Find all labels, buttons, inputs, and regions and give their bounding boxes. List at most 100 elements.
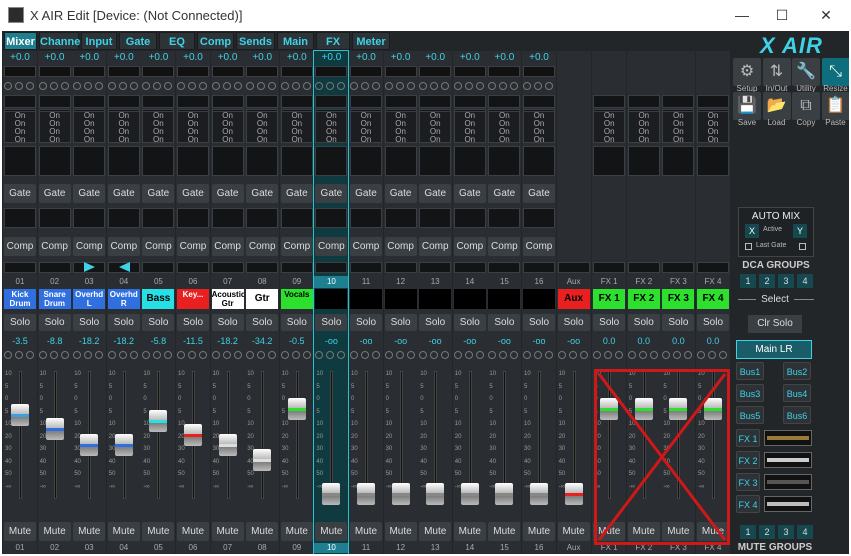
mute-button[interactable]: Mute [350,522,382,541]
pan-bar[interactable] [177,262,209,273]
solo-button[interactable]: Solo [246,314,279,331]
solo-button[interactable]: Solo [662,314,695,331]
solo-button[interactable]: Solo [419,314,452,331]
on-indicators[interactable]: On On On On [488,111,521,144]
send-toggle-icon[interactable] [557,351,566,359]
gain-value[interactable]: +0.0 [419,52,451,64]
on-indicators[interactable]: On On On On [453,111,486,144]
gate-button[interactable]: Gate [488,184,521,203]
gain-value[interactable]: +0.0 [4,52,36,64]
comp-button[interactable]: Comp [315,237,348,256]
gate-button[interactable]: Gate [142,184,175,203]
on-indicators[interactable]: On On On On [246,111,279,144]
solo-button[interactable]: Solo [523,314,555,331]
tab-input[interactable]: Input [81,32,117,50]
toggle-icon[interactable] [257,82,266,90]
send-toggle-icon[interactable] [49,351,58,359]
toggle-icon[interactable] [453,82,462,90]
comp-button[interactable]: Comp [523,237,555,256]
pan-bar[interactable] [488,262,521,273]
channel-name[interactable]: Overhd R [107,289,140,309]
pan-bar[interactable] [246,262,279,273]
fader-knob[interactable] [253,448,272,471]
resize-tool-icon[interactable]: ⤡ [821,58,849,86]
send-toggle-icon[interactable] [593,351,602,359]
comp-button[interactable]: Comp [107,237,140,256]
send-toggle-icon[interactable] [395,351,404,359]
channel-name[interactable]: Aux [557,289,590,309]
solo-button[interactable]: Solo [142,314,175,331]
comp-button[interactable]: Comp [350,237,382,256]
pan-bar[interactable] [419,262,452,273]
mute-button[interactable]: Mute [280,522,313,541]
toggle-icon[interactable] [129,82,138,90]
send-toggle-icon[interactable] [673,351,682,359]
gain-value[interactable]: +0.0 [454,52,486,64]
bus-button[interactable]: Bus1 [736,362,764,380]
solo-button[interactable]: Solo [211,314,244,331]
gain-value[interactable]: +0.0 [39,52,71,64]
toggle-icon[interactable] [545,82,553,90]
solo-button[interactable]: Solo [315,314,348,331]
fader-knob[interactable] [218,433,237,456]
send-toggle-icon[interactable] [510,351,519,359]
send-toggle-icon[interactable] [453,351,462,359]
toggle-icon[interactable] [15,82,23,90]
fader-knob[interactable] [114,433,133,456]
send-toggle-icon[interactable] [523,351,531,359]
mute-button[interactable]: Mute [453,522,486,541]
solo-button[interactable]: Solo [593,314,626,331]
pan-bar[interactable] [142,262,175,273]
minimize-button[interactable]: — [728,4,756,26]
comp-button[interactable]: Comp [142,237,175,256]
solo-button[interactable]: Solo [697,314,729,331]
solo-button[interactable]: Solo [4,314,36,331]
bus-button[interactable]: Bus4 [783,384,811,402]
send-toggle-icon[interactable] [177,351,185,359]
gate-button[interactable]: Gate [4,184,36,203]
send-toggle-icon[interactable] [615,351,624,359]
send-toggle-icon[interactable] [199,351,207,359]
toggle-icon[interactable] [406,82,415,90]
mute-button[interactable]: Mute [177,522,209,541]
send-toggle-icon[interactable] [627,351,636,359]
channel-name[interactable]: Overhd L [73,289,106,309]
send-toggle-icon[interactable] [107,351,116,359]
fader-knob[interactable] [391,483,410,506]
save-tool-icon[interactable]: 💾 [733,92,761,120]
automix-y-button[interactable]: Y [793,224,807,238]
send-toggle-icon[interactable] [361,351,369,359]
solo-button[interactable]: Solo [38,314,71,331]
send-toggle-icon[interactable] [302,351,311,359]
tab-meter[interactable]: Meter [352,32,390,50]
send-toggle-icon[interactable] [545,351,553,359]
channel-name[interactable] [488,289,521,309]
send-toggle-icon[interactable] [129,351,138,359]
send-toggle-icon[interactable] [662,351,671,359]
channel-name[interactable]: FX 4 [697,289,729,309]
toggle-icon[interactable] [464,82,473,90]
fader-knob[interactable] [80,433,99,456]
toggle-icon[interactable] [534,82,542,90]
send-toggle-icon[interactable] [73,351,82,359]
pan-bar[interactable] [38,262,71,273]
comp-button[interactable]: Comp [419,237,452,256]
toggle-icon[interactable] [326,82,335,90]
load-tool-icon[interactable]: 📂 [762,92,791,120]
pan-bar[interactable] [211,262,244,273]
toggle-icon[interactable] [118,82,127,90]
send-toggle-icon[interactable] [419,351,428,359]
comp-button[interactable]: Comp [177,237,209,256]
toggle-icon[interactable] [475,82,484,90]
on-indicators[interactable]: On On On On [593,111,626,144]
clear-solo-button[interactable]: Clr Solo [748,315,802,333]
send-toggle-icon[interactable] [142,351,151,359]
pan-bar[interactable] [4,262,36,273]
mute-button[interactable]: Mute [38,522,71,541]
fader-knob[interactable] [564,483,583,506]
gain-value[interactable]: +0.0 [142,52,174,64]
fx-slot-button[interactable]: FX 1 [736,429,760,447]
mute-button[interactable]: Mute [142,522,175,541]
mute-group-button[interactable]: 2 [759,525,775,539]
pan-bar[interactable] [662,262,695,273]
